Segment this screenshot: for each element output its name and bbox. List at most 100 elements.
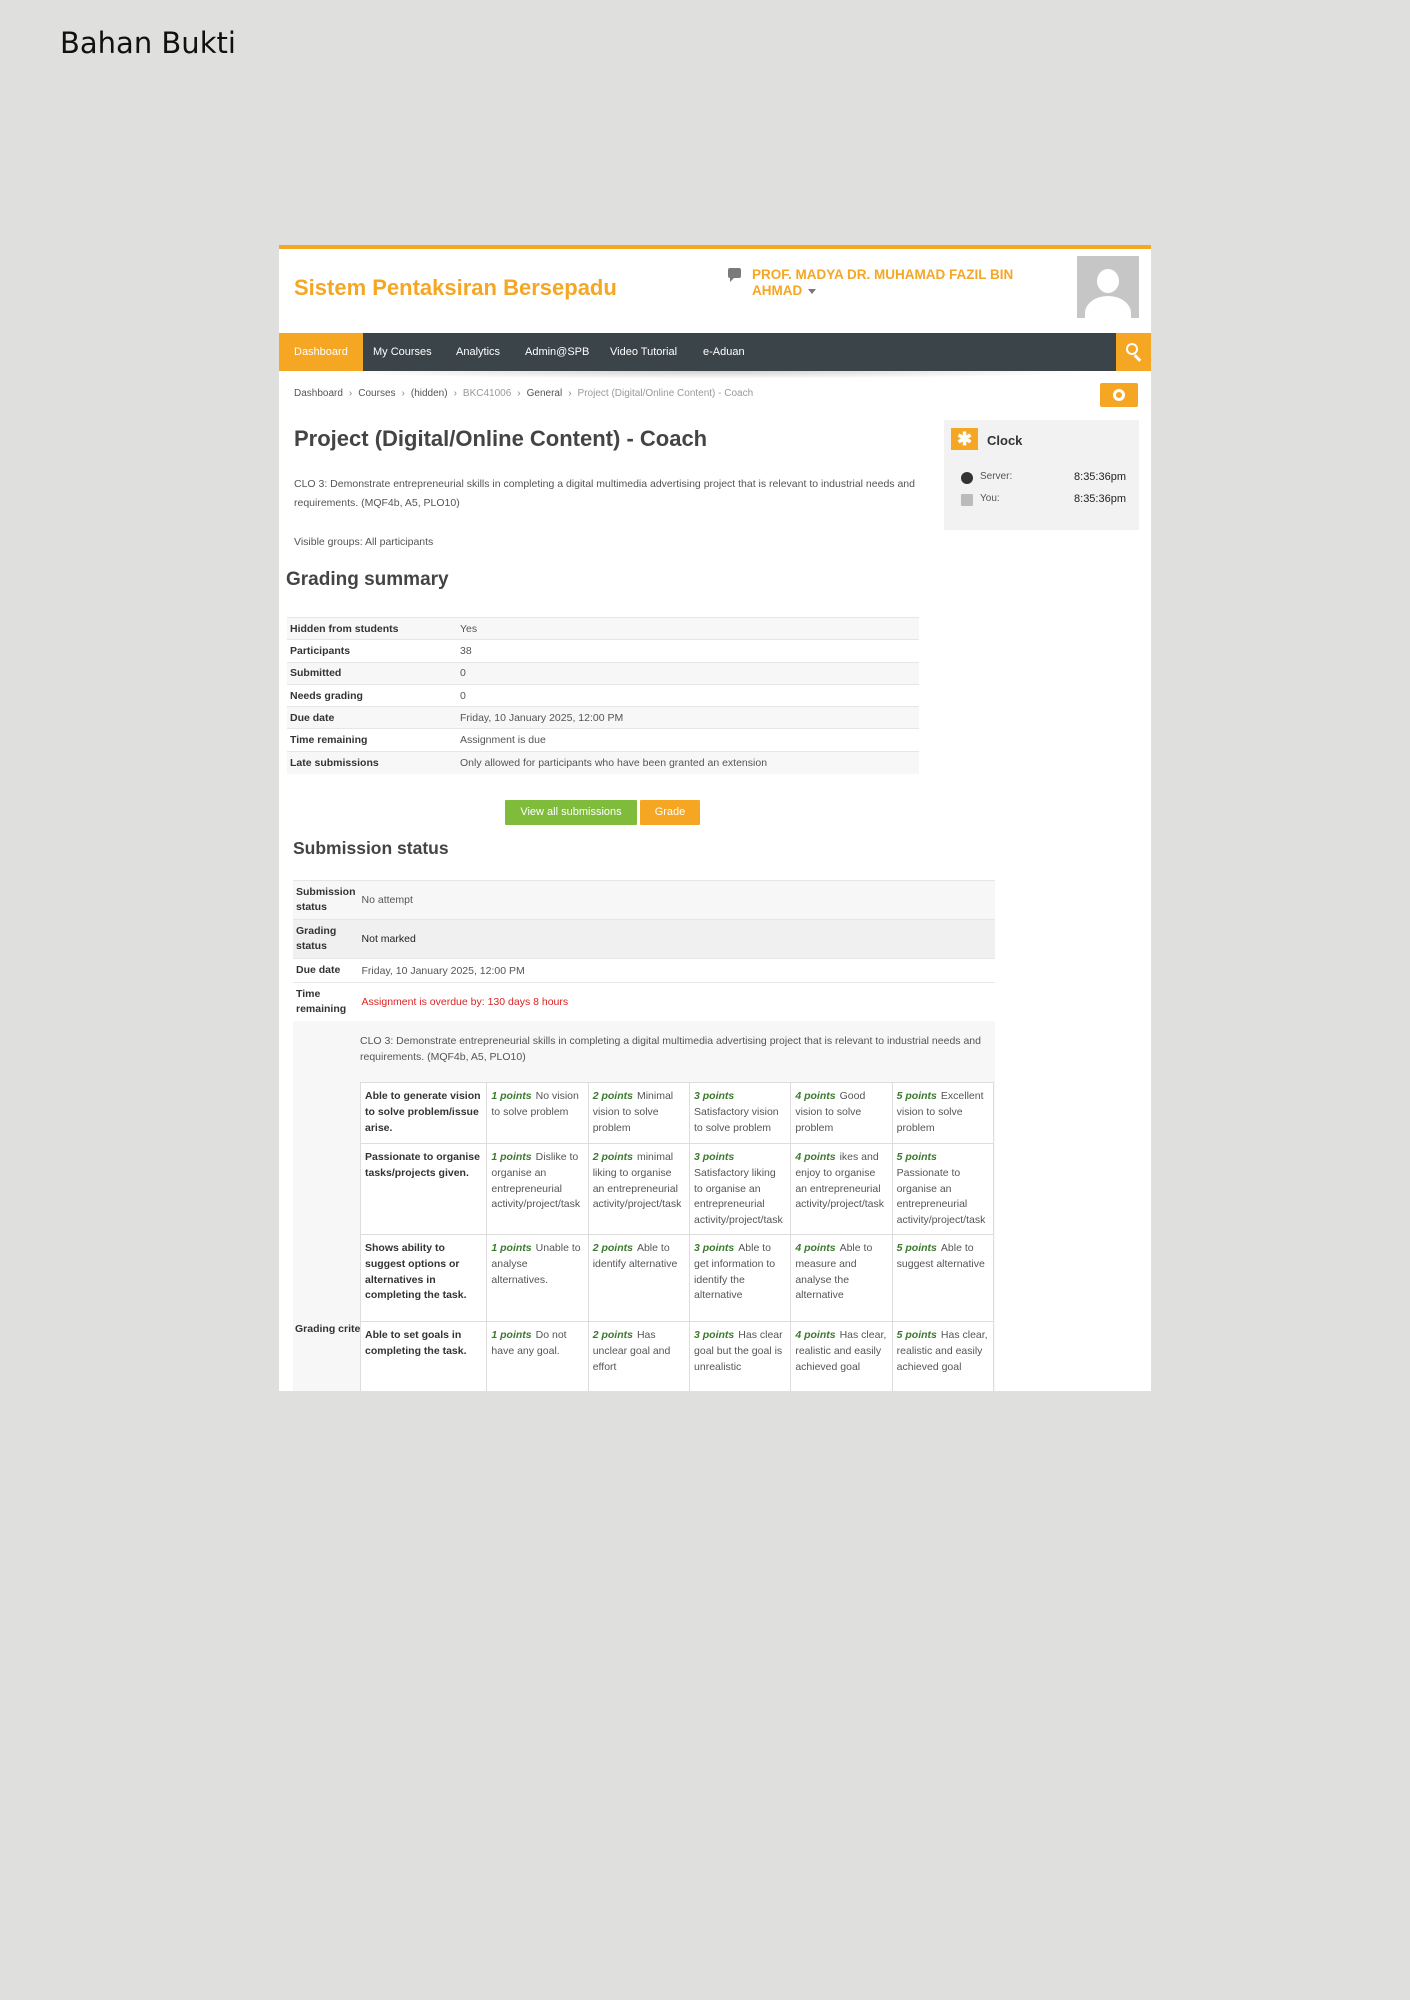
summary-value: 38 (457, 639, 919, 663)
level-points: 4 points (795, 1242, 836, 1254)
rubric-table: Able to generate vision to solve problem… (359, 1082, 995, 1391)
rubric-level: 4 points Has clear, realistic and easily … (790, 1321, 893, 1391)
settings-button[interactable] (1100, 383, 1138, 407)
document-title: Bahan Bukti (60, 26, 236, 60)
level-points: 5 points (896, 1151, 937, 1163)
rubric-row: Able to generate vision to solve problem… (359, 1082, 995, 1144)
avatar-body-shape (1085, 296, 1131, 318)
rubric-level: 4 points Able to measure and analyse the … (790, 1234, 893, 1322)
summary-label: Needs grading (287, 683, 457, 707)
breadcrumb-course-code[interactable]: BKC41006 (463, 388, 511, 399)
chevron-right-icon: › (348, 388, 353, 399)
level-points: 3 points (694, 1329, 735, 1341)
caret-down-icon (808, 288, 817, 294)
table-row: Time remaining Assignment is overdue by: … (293, 982, 995, 1021)
level-points: 5 points (896, 1090, 937, 1102)
search-icon (1126, 343, 1138, 355)
rubric-level: 1 points No vision to solve problem (486, 1082, 589, 1144)
nav-item-video-tutorial[interactable]: Video Tutorial (595, 333, 692, 371)
table-row: Needs grading 0 (287, 683, 919, 707)
screenshot-frame: Sistem Pentaksiran Bersepadu PROF. MADYA… (279, 245, 1151, 1391)
nav-item-dashboard[interactable]: Dashboard (279, 333, 363, 371)
summary-value: Only allowed for participants who have b… (457, 750, 919, 774)
summary-value: 0 (457, 661, 919, 685)
user-name[interactable]: PROF. MADYA DR. MUHAMAD FAZIL BIN AHMAD (752, 267, 1028, 299)
page-title: Project (Digital/Online Content) - Coach (294, 426, 708, 451)
site-header: Sistem Pentaksiran Bersepadu PROF. MADYA… (279, 249, 1151, 333)
level-points: 4 points (795, 1090, 836, 1102)
site-name[interactable]: Sistem Pentaksiran Bersepadu (294, 275, 617, 301)
message-icon[interactable] (728, 268, 741, 282)
grade-button[interactable]: Grade (640, 800, 700, 825)
table-row: Due date Friday, 10 January 2025, 12:00 P… (287, 706, 919, 729)
table-row: Late submissions Only allowed for partici… (287, 750, 919, 774)
summary-value: Yes (457, 616, 919, 640)
rubric-level: 2 points Able to identify alternative (587, 1234, 691, 1322)
clock-you-row: You: 8:35:36pm (961, 493, 1126, 507)
rubric-level: 5 points Has clear, realistic and easily … (891, 1321, 995, 1391)
rubric-criterion: Able to generate vision to solve problem… (359, 1082, 488, 1144)
rubric-level: 1 points Dislike to organise an entrepren… (486, 1143, 589, 1235)
breadcrumb-general[interactable]: General (527, 388, 563, 399)
level-description: Satisfactory vision to solve problem (694, 1105, 779, 1134)
server-time: 8:35:36pm (1074, 471, 1126, 483)
clock-block: ✱ Clock Server: 8:35:36pm You: 8:35:36pm (944, 420, 1139, 530)
chevron-right-icon: › (453, 388, 457, 399)
rubric-level: 3 points Has clear goal but the goal is u… (689, 1321, 792, 1391)
level-points: 3 points (694, 1151, 735, 1163)
status-label: Due date (293, 958, 359, 983)
level-description: Satisfactory liking to organise an entre… (694, 1166, 783, 1227)
status-label: Time remaining (293, 982, 359, 1021)
submission-status-title: Submission status (293, 838, 449, 858)
rubric-criterion: Able to set goals in completing the task… (359, 1321, 488, 1391)
breadcrumb-current: Project (Digital/Online Content) - Coach (577, 388, 754, 399)
summary-label: Due date (287, 706, 457, 729)
table-row: Hidden from students Yes (287, 616, 919, 640)
level-description: Passionate to organise an entrepreneuria… (896, 1166, 986, 1227)
asterisk-icon: ✱ (951, 428, 978, 450)
you-label: You: (980, 493, 1000, 504)
rubric-level: 5 points Excellent vision to solve proble… (891, 1082, 995, 1144)
level-points: 3 points (694, 1090, 735, 1102)
summary-label: Late submissions (287, 750, 457, 774)
grading-summary-table: Hidden from students Yes Participants 38 S… (287, 616, 919, 774)
server-label: Server: (980, 471, 1013, 482)
level-points: 4 points (795, 1329, 836, 1341)
chevron-right-icon: › (517, 388, 521, 399)
server-icon (961, 472, 973, 484)
search-button[interactable] (1116, 333, 1151, 371)
nav-item-my-courses[interactable]: My Courses (358, 333, 447, 371)
rubric-level: 1 points Unable to analyse alternatives. (486, 1234, 589, 1322)
nav-item-e-aduan[interactable]: e-Aduan (688, 333, 760, 371)
level-points: 2 points (592, 1151, 633, 1163)
view-all-submissions-button[interactable]: View all submissions (505, 800, 637, 825)
level-points: 5 points (896, 1329, 937, 1341)
avatar[interactable] (1077, 256, 1139, 318)
rubric-level: 4 points ikes and enjoy to organise an en… (790, 1143, 893, 1235)
rubric-criterion: Passionate to organise tasks/projects gi… (359, 1143, 488, 1235)
visible-groups: Visible groups: All participants (294, 536, 434, 548)
rubric-row: Shows ability to suggest options or alte… (359, 1234, 995, 1322)
status-value: Friday, 10 January 2025, 12:00 PM (358, 958, 995, 983)
breadcrumb-hidden[interactable]: (hidden) (411, 388, 448, 399)
level-points: 1 points (491, 1151, 532, 1163)
rubric-level: 3 points Satisfactory liking to organise … (689, 1143, 792, 1235)
breadcrumb-courses[interactable]: Courses (358, 388, 395, 399)
assignment-intro: CLO 3: Demonstrate entrepreneurial skill… (294, 478, 915, 509)
level-points: 2 points (592, 1242, 633, 1254)
nav-item-analytics[interactable]: Analytics (441, 333, 515, 371)
grading-summary-title: Grading summary (286, 569, 449, 590)
table-row: Due date Friday, 10 January 2025, 12:00 P… (293, 958, 995, 983)
chevron-right-icon: › (401, 388, 405, 399)
summary-label: Time remaining (287, 728, 457, 752)
level-points: 1 points (491, 1242, 532, 1254)
level-points: 1 points (491, 1329, 532, 1341)
level-points: 5 points (896, 1242, 937, 1254)
nav-item-admin-spb[interactable]: Admin@SPB (510, 333, 604, 371)
clock-server-row: Server: 8:35:36pm (961, 471, 1126, 485)
table-row: Time remaining Assignment is due (287, 728, 919, 752)
summary-label: Submitted (287, 661, 457, 685)
table-row: Submission status No attempt (293, 880, 995, 920)
breadcrumb-dashboard[interactable]: Dashboard (294, 388, 343, 399)
breadcrumb: Dashboard › Courses › (hidden) › BKC41006 › Gene… (294, 388, 753, 399)
